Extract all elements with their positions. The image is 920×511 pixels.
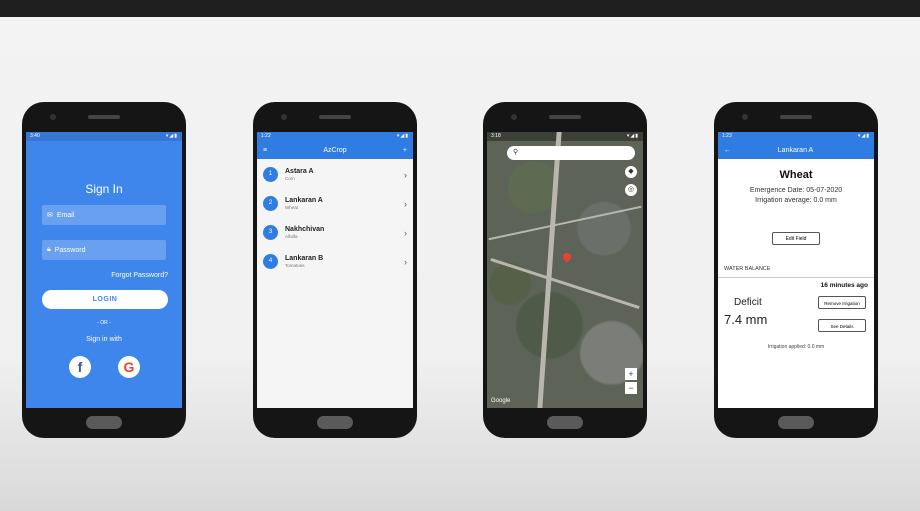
video-top-bar — [0, 0, 920, 17]
status-time: 3:40 — [30, 133, 40, 139]
map-screen[interactable]: 3:18 ▾◢▮ ⚲ ◆ ◎ + − Google — [487, 132, 643, 408]
edit-field-button[interactable]: Edit Field — [772, 232, 820, 245]
item-number: 1 — [263, 167, 278, 182]
speaker — [780, 115, 812, 119]
status-time: 3:18 — [491, 133, 501, 139]
email-field[interactable]: ✉ Email — [42, 205, 166, 225]
or-divider: - OR - — [97, 320, 111, 326]
zoom-out-button[interactable]: − — [625, 382, 637, 394]
menu-icon[interactable]: ≡ — [263, 147, 267, 154]
remove-irrigation-button[interactable]: Remove Irrigation — [818, 296, 866, 309]
field-title: Lankaran A — [777, 146, 814, 154]
status-bar: 1:22 ▾◢▮ — [257, 132, 413, 141]
updated-ago: 16 minutes ago — [820, 282, 868, 289]
item-number: 3 — [263, 225, 278, 240]
camera — [50, 114, 56, 120]
deficit-label: Deficit — [734, 297, 762, 308]
item-name: Lankaran A — [285, 197, 323, 204]
login-button[interactable]: LOGIN — [42, 290, 168, 309]
crop-title: Wheat — [779, 169, 813, 181]
status-icons: ▾◢▮ — [396, 133, 409, 139]
email-icon: ✉ — [47, 212, 53, 219]
list-item[interactable]: 3 Nakhchivan Alfalfa › — [257, 218, 413, 247]
layers-icon[interactable]: ◆ — [625, 166, 637, 178]
my-location-icon[interactable]: ◎ — [625, 184, 637, 196]
map-road — [537, 132, 562, 408]
home-button[interactable] — [778, 416, 814, 429]
facebook-icon[interactable]: f — [69, 356, 91, 378]
search-icon: ⚲ — [513, 149, 519, 156]
signin-screen: 3:40 ▾◢▮ Sign In ✉ Email 🔒︎ Password For… — [26, 132, 182, 408]
item-name: Nakhchivan — [285, 226, 325, 233]
status-icons: ▾◢▮ — [626, 133, 639, 139]
field-list-screen: 1:22 ▾◢▮ ≡ AzCrop + 1 Astara A Corn › 2 L… — [257, 132, 413, 408]
add-icon[interactable]: + — [403, 147, 407, 154]
lock-icon: 🔒︎ — [47, 246, 51, 253]
field-list: 1 Astara A Corn › 2 Lankaran A Wheat › 3 N… — [257, 160, 413, 276]
status-icons: ▾◢▮ — [857, 133, 870, 139]
chevron-right-icon: › — [404, 256, 407, 267]
status-bar: 3:18 ▾◢▮ — [487, 132, 643, 141]
signin-title: Sign In — [85, 182, 123, 196]
speaker — [549, 115, 581, 119]
irrigation-average: Irrigation average: 0.0 mm — [755, 197, 837, 204]
phone-field-detail: 1:23 ▾◢▮ ← Lankaran A Wheat Emergence Da… — [714, 102, 878, 438]
forgot-password-link[interactable]: Forgot Password? — [111, 272, 168, 279]
google-icon[interactable]: G — [118, 356, 140, 378]
home-button[interactable] — [317, 416, 353, 429]
map-road — [488, 205, 642, 241]
home-button[interactable] — [86, 416, 122, 429]
field-detail-screen: 1:23 ▾◢▮ ← Lankaran A Wheat Emergence Da… — [718, 132, 874, 408]
status-time: 1:23 — [722, 133, 732, 139]
google-logo: Google — [491, 398, 511, 404]
app-title: AzCrop — [323, 146, 347, 154]
item-crop: Wheat — [285, 205, 299, 210]
item-number: 4 — [263, 254, 278, 269]
speaker — [319, 115, 351, 119]
divider — [718, 277, 874, 278]
app-bar: ≡ AzCrop + — [257, 141, 413, 159]
phone-signin: 3:40 ▾◢▮ Sign In ✉ Email 🔒︎ Password For… — [22, 102, 186, 438]
phone-field-list: 1:22 ▾◢▮ ≡ AzCrop + 1 Astara A Corn › 2 L… — [253, 102, 417, 438]
zoom-in-button[interactable]: + — [625, 368, 637, 380]
camera — [511, 114, 517, 120]
item-name: Lankaran B — [285, 255, 324, 262]
location-pin-icon[interactable] — [561, 251, 573, 263]
item-crop: Corn — [285, 176, 295, 181]
speaker — [88, 115, 120, 119]
item-name: Astara A — [285, 168, 314, 175]
item-crop: Alfalfa — [285, 234, 298, 239]
item-number: 2 — [263, 196, 278, 211]
chevron-right-icon: › — [404, 198, 407, 209]
home-button[interactable] — [547, 416, 583, 429]
status-time: 1:22 — [261, 133, 271, 139]
water-balance-heading: WATER BALANCE — [724, 266, 771, 272]
password-field[interactable]: 🔒︎ Password — [42, 240, 166, 260]
status-icons: ▾◢▮ — [165, 133, 178, 139]
password-placeholder: Password — [54, 246, 86, 254]
status-bar: 3:40 ▾◢▮ — [26, 132, 182, 141]
map-road — [490, 257, 640, 310]
emergence-date: Emergence Date: 05-07-2020 — [749, 187, 843, 194]
list-item[interactable]: 4 Lankaran B Tomatoes › — [257, 247, 413, 276]
map-search-bar[interactable]: ⚲ — [507, 146, 635, 160]
sign-in-with-label: Sign in with — [86, 336, 122, 343]
deficit-value: 7.4 mm — [724, 312, 768, 327]
chevron-right-icon: › — [404, 227, 407, 238]
see-details-button[interactable]: See Details — [818, 319, 866, 332]
camera — [281, 114, 287, 120]
email-placeholder: Email — [56, 211, 75, 219]
app-bar: ← Lankaran A — [718, 141, 874, 159]
list-item[interactable]: 1 Astara A Corn › — [257, 160, 413, 189]
status-bar: 1:23 ▾◢▮ — [718, 132, 874, 141]
chevron-right-icon: › — [404, 169, 407, 180]
irrigation-applied: Irrigation applied: 0.0 mm — [767, 344, 825, 350]
back-arrow-icon[interactable]: ← — [724, 147, 731, 154]
camera — [742, 114, 748, 120]
list-item[interactable]: 2 Lankaran A Wheat › — [257, 189, 413, 218]
phone-map: 3:18 ▾◢▮ ⚲ ◆ ◎ + − Google — [483, 102, 647, 438]
item-crop: Tomatoes — [285, 263, 305, 268]
